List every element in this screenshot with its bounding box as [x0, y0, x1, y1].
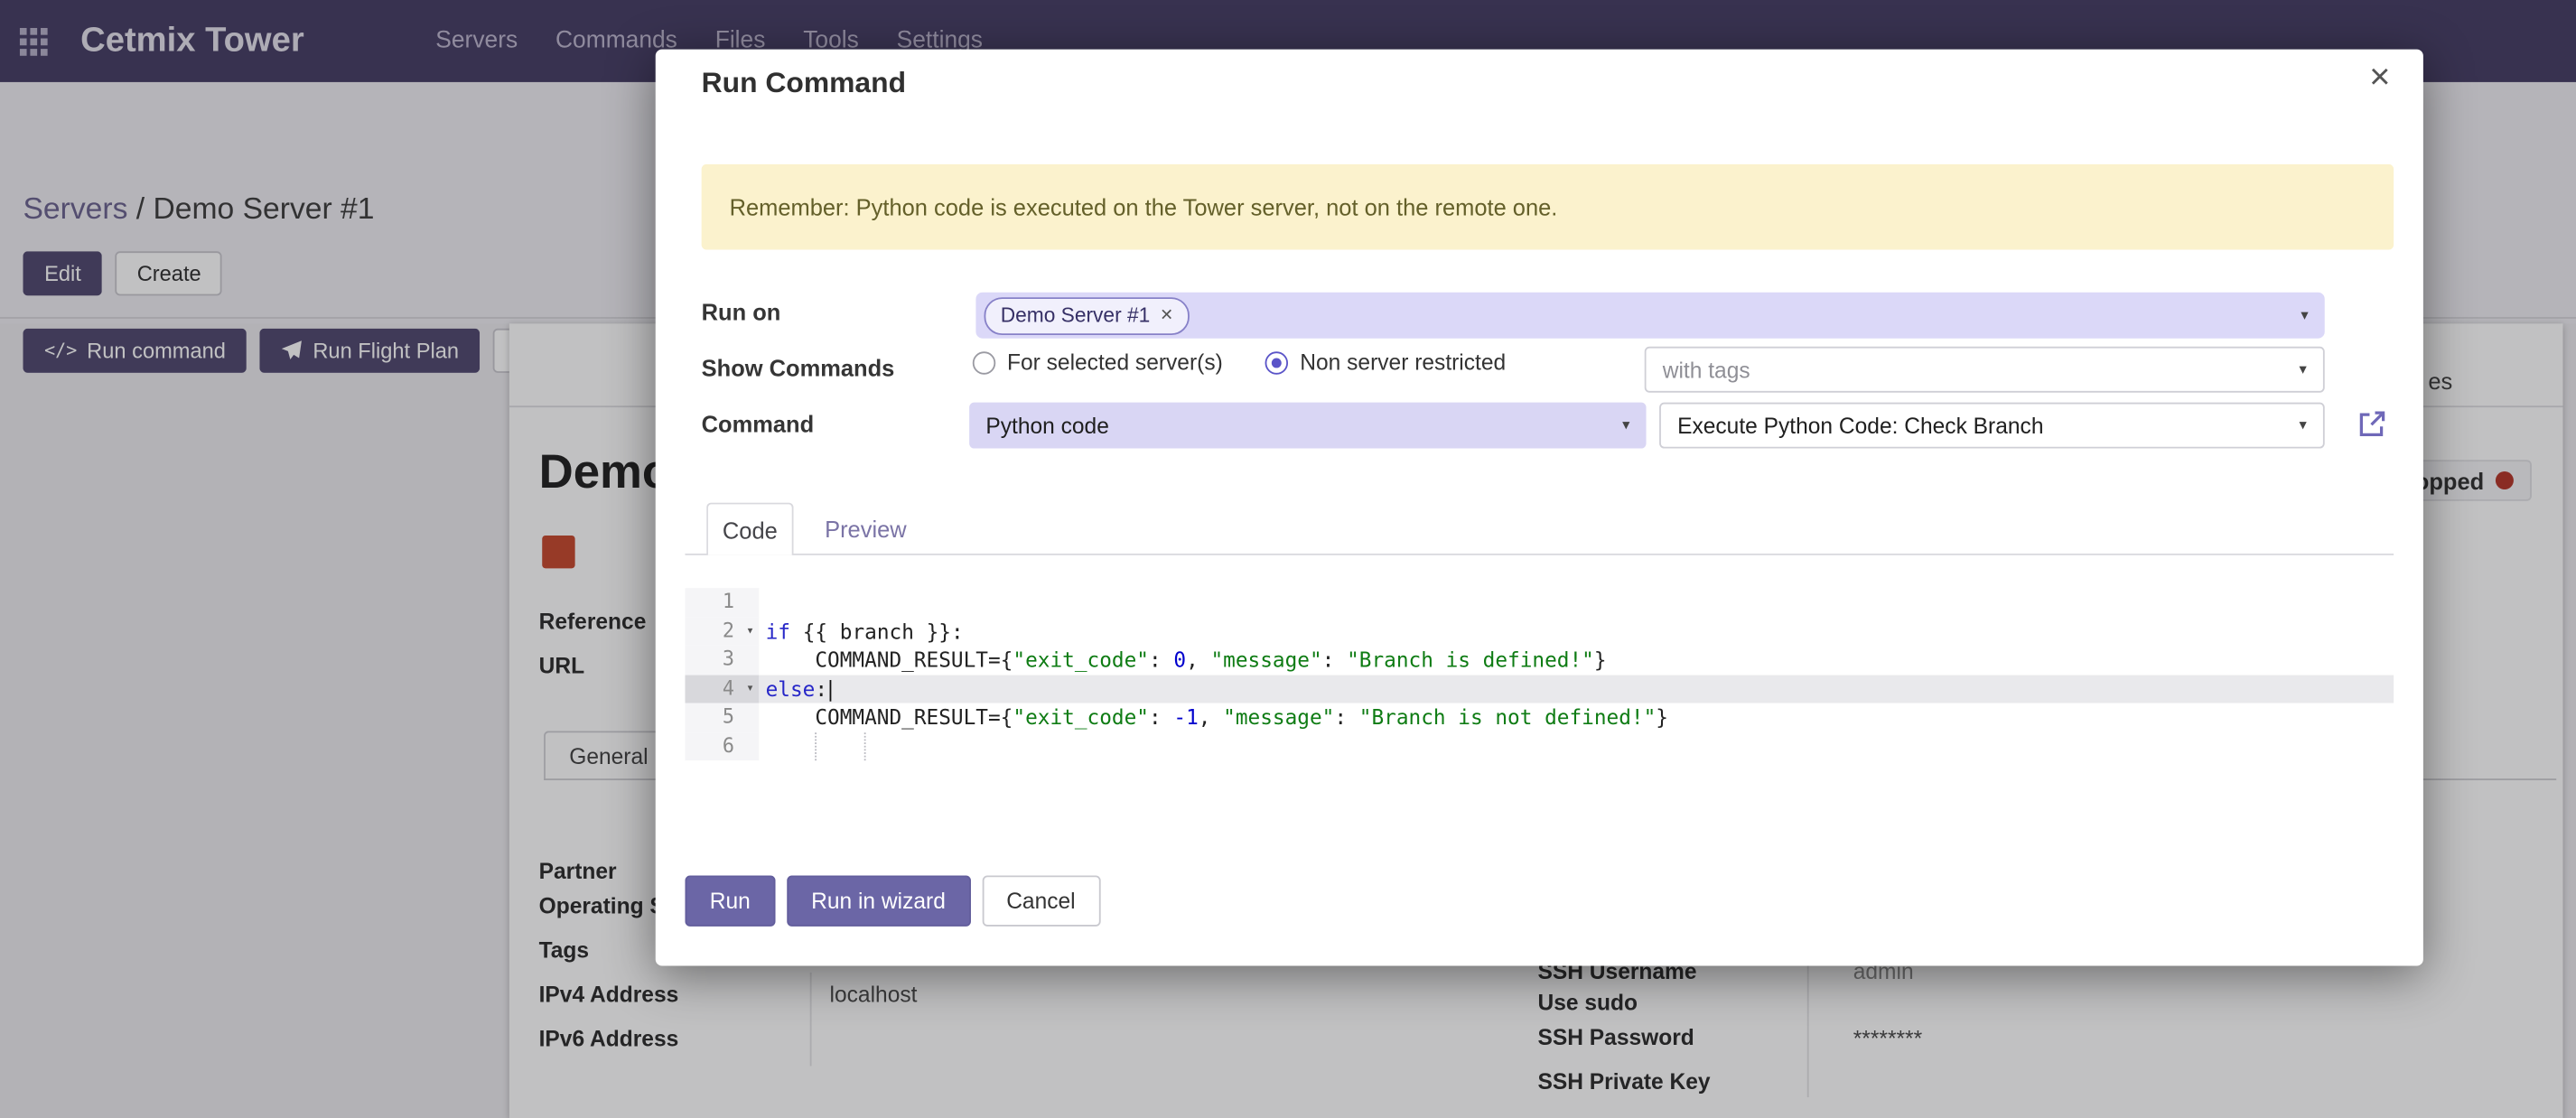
tags-placeholder: with tags [1663, 358, 1750, 382]
run-in-wizard-button[interactable]: Run in wizard [787, 875, 970, 926]
code-token: } [1656, 704, 1668, 729]
line-number: 3 [685, 646, 759, 675]
command-select[interactable]: Execute Python Code: Check Branch ▾ [1659, 403, 2325, 449]
indent-guide [815, 731, 817, 760]
code-line-content: if {{ branch }}: [759, 617, 2394, 646]
code-line-content: COMMAND_RESULT={"exit_code": -1, "messag… [759, 703, 2394, 731]
code-token: "Branch is defined!" [1347, 648, 1594, 672]
external-link-icon[interactable] [2356, 407, 2388, 440]
code-token: } [1594, 648, 1607, 672]
code-token: "Branch is not defined!" [1359, 704, 1657, 729]
modal-title: Run Command [702, 66, 906, 100]
radio-selected-servers-label: For selected server(s) [1007, 349, 1223, 374]
line-number: 4▾ [685, 675, 759, 703]
server-tag-label: Demo Server #1 [1001, 303, 1151, 326]
command-type-value: Python code [985, 413, 1109, 437]
show-commands-label: Show Commands [702, 355, 895, 381]
code-token: 0 [1173, 648, 1186, 672]
remove-tag-icon[interactable]: ✕ [1160, 306, 1173, 324]
code-token: else [766, 675, 816, 700]
tags-dropdown[interactable]: with tags ▾ [1645, 347, 2325, 393]
code-token: "exit_code" [1013, 648, 1149, 672]
code-token: "message" [1210, 648, 1321, 672]
radio-non-restricted-label: Non server restricted [1300, 349, 1506, 374]
code-line-content: COMMAND_RESULT={"exit_code": 0, "message… [759, 646, 2394, 675]
command-label: Command [702, 411, 815, 437]
warning-alert: Remember: Python code is executed on the… [702, 164, 2394, 250]
tab-preview[interactable]: Preview [812, 503, 920, 554]
show-commands-radios: For selected server(s) Non server restri… [973, 349, 1506, 374]
radio-selected-servers[interactable]: For selected server(s) [973, 349, 1223, 374]
server-tag[interactable]: Demo Server #1 ✕ [985, 296, 1190, 334]
cancel-button[interactable]: Cancel [982, 875, 1100, 926]
code-line-content [759, 588, 2394, 617]
line-number: 5 [685, 703, 759, 731]
chevron-down-icon[interactable]: ▾ [2299, 360, 2306, 378]
code-token: {{ branch }}: [790, 619, 964, 643]
run-on-label: Run on [702, 299, 781, 325]
chevron-down-icon[interactable]: ▾ [2301, 306, 2308, 324]
close-icon[interactable]: × [2369, 59, 2390, 95]
code-token: if [766, 619, 790, 643]
editor-line[interactable]: 6 [685, 731, 2394, 760]
line-number: 6 [685, 731, 759, 760]
screen: Cetmix Tower ServersCommandsFilesToolsSe… [0, 0, 2576, 1118]
code-token: COMMAND_RESULT={ [766, 704, 1013, 729]
run-on-field[interactable]: Demo Server #1 ✕ ▾ [975, 293, 2324, 339]
text-cursor [829, 679, 832, 701]
code-token: , [1186, 648, 1210, 672]
chevron-down-icon[interactable]: ▾ [2299, 416, 2306, 434]
code-token: "message" [1223, 704, 1334, 729]
tabs-underline [685, 554, 2394, 555]
editor-line[interactable]: 2▾if {{ branch }}: [685, 617, 2394, 646]
editor-line[interactable]: 5 COMMAND_RESULT={"exit_code": -1, "mess… [685, 703, 2394, 731]
code-token: "exit_code" [1013, 704, 1149, 729]
editor-line[interactable]: 1 [685, 588, 2394, 617]
line-number: 1 [685, 588, 759, 617]
code-token: : [1322, 648, 1347, 672]
run-command-modal: Run Command × Remember: Python code is e… [656, 50, 2423, 966]
code-line-content [759, 731, 2394, 760]
modal-footer: Run Run in wizard Cancel [685, 875, 1099, 926]
radio-non-server-restricted[interactable]: Non server restricted [1265, 349, 1506, 374]
command-type-select[interactable]: Python code ▾ [969, 403, 1646, 449]
command-select-value: Execute Python Code: Check Branch [1677, 413, 2043, 437]
run-button[interactable]: Run [685, 875, 775, 926]
code-token: : [1149, 704, 1173, 729]
code-token: COMMAND_RESULT={ [766, 648, 1013, 672]
fold-icon[interactable]: ▾ [746, 617, 754, 646]
tab-code[interactable]: Code [706, 503, 793, 555]
line-number: 2▾ [685, 617, 759, 646]
code-token: : [1149, 648, 1173, 672]
chevron-down-icon[interactable]: ▾ [1622, 416, 1629, 434]
fold-icon[interactable]: ▾ [746, 675, 754, 703]
editor-line[interactable]: 4▾else: [685, 675, 2394, 703]
code-token: , [1199, 704, 1223, 729]
code-token: -1 [1173, 704, 1198, 729]
radio-circle-icon[interactable] [973, 350, 995, 373]
code-token: : [1334, 704, 1358, 729]
radio-selected-icon[interactable] [1265, 350, 1288, 373]
alert-text: Remember: Python code is executed on the… [730, 194, 1558, 220]
code-editor-lines[interactable]: 12▾if {{ branch }}:3 COMMAND_RESULT={"ex… [685, 588, 2394, 760]
code-line-content: else: [759, 675, 2394, 703]
editor-line[interactable]: 3 COMMAND_RESULT={"exit_code": 0, "messa… [685, 646, 2394, 675]
code-token: : [815, 675, 827, 700]
indent-guide [864, 731, 866, 760]
